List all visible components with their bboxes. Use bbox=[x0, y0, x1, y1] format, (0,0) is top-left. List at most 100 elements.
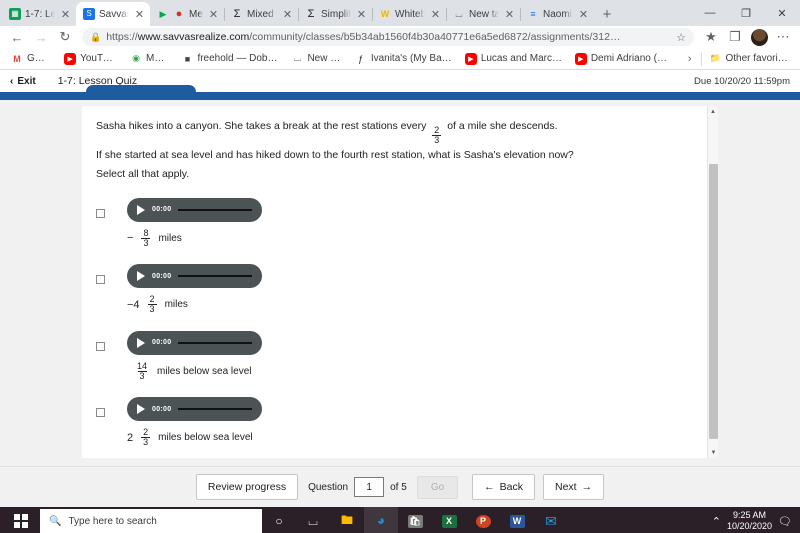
question-total-label: of 5 bbox=[390, 481, 407, 493]
youtube-icon: ▶ bbox=[574, 52, 587, 65]
next-label: Next bbox=[555, 481, 577, 493]
avatar[interactable] bbox=[748, 27, 770, 47]
windows-logo-icon bbox=[14, 514, 28, 528]
bookmark-gmail[interactable]: M Gmail bbox=[6, 52, 57, 66]
bookmark-youtube[interactable]: ▶ YouTube bbox=[59, 52, 123, 66]
close-icon[interactable]: ✕ bbox=[429, 8, 442, 21]
audio-progress-track[interactable] bbox=[178, 341, 252, 344]
browser-tab[interactable]: ▶ ● Meet ✕ bbox=[150, 2, 225, 26]
close-icon[interactable]: ✕ bbox=[503, 8, 516, 21]
answer-choice[interactable]: 00:00 14 3 miles below sea level bbox=[96, 330, 718, 381]
answer-whole-part: 2 bbox=[127, 431, 134, 444]
browser-tab[interactable]: W Whiteboar ✕ bbox=[372, 2, 447, 26]
play-icon[interactable] bbox=[137, 204, 145, 215]
bookmark-freehold[interactable]: ■ freehold — Dobre li… bbox=[176, 52, 284, 66]
next-button[interactable]: Next → bbox=[543, 474, 605, 500]
close-icon[interactable]: ✕ bbox=[59, 8, 72, 21]
answer-checkbox[interactable] bbox=[96, 208, 105, 218]
mail-icon[interactable]: ✉ bbox=[534, 507, 568, 533]
collections-icon[interactable]: ❐ bbox=[724, 27, 746, 47]
other-favorites-folder[interactable]: 📁 Other favorites bbox=[704, 52, 794, 66]
answer-choice[interactable]: 00:00 2 2 3 miles below sea level bbox=[96, 397, 718, 447]
browser-tab[interactable]: Σ Simplifying ✕ bbox=[298, 2, 373, 26]
browser-tab[interactable]: Σ Mixed Nu ✕ bbox=[224, 2, 299, 26]
audio-progress-track[interactable] bbox=[178, 275, 252, 278]
browser-tab[interactable]: ▦ 1-7: Lesson ✕ bbox=[2, 2, 77, 26]
microsoft-edge-icon[interactable]: ◕ bbox=[364, 507, 398, 533]
cortana-icon[interactable]: ○ bbox=[262, 507, 296, 533]
question-number-input[interactable] bbox=[354, 477, 385, 497]
back-button[interactable]: ← Back bbox=[472, 474, 535, 500]
task-view-icon[interactable]: ⌴ bbox=[296, 507, 330, 533]
close-icon[interactable]: ✕ bbox=[577, 8, 590, 21]
browser-tab-label: Whiteboar bbox=[395, 8, 425, 20]
audio-player[interactable]: 00:00 bbox=[127, 397, 262, 422]
close-icon[interactable]: ✕ bbox=[355, 8, 368, 21]
address-bar[interactable]: 🔒 https://www.savvasrealize.com/communit… bbox=[82, 28, 694, 46]
answer-body: 00:00 14 3 miles below sea level bbox=[127, 330, 262, 381]
audio-player[interactable]: 00:00 bbox=[127, 197, 262, 222]
play-icon[interactable] bbox=[137, 404, 145, 415]
audio-progress-track[interactable] bbox=[178, 408, 252, 411]
close-icon[interactable]: ✕ bbox=[133, 8, 146, 21]
audio-player[interactable]: 00:00 bbox=[127, 264, 262, 289]
audio-player[interactable]: 00:00 bbox=[127, 330, 262, 355]
docs-blue-icon: ≡ bbox=[530, 8, 536, 19]
start-button[interactable] bbox=[2, 507, 40, 533]
answer-checkbox[interactable] bbox=[96, 408, 105, 418]
forward-icon[interactable]: → bbox=[30, 27, 52, 47]
bookmark-maps[interactable]: ◉ Maps bbox=[125, 52, 174, 66]
answer-choice[interactable]: 00:00 − 8 3 miles bbox=[96, 197, 718, 248]
bookmark-new-tab[interactable]: ⌴ New tab bbox=[286, 52, 347, 66]
minimize-button[interactable]: — bbox=[692, 0, 728, 26]
whiteboard-w-icon: W bbox=[380, 8, 390, 19]
browser-tab[interactable]: ≡ Naomi An ✕ bbox=[520, 2, 594, 26]
excel-icon[interactable]: X bbox=[432, 507, 466, 533]
content-scrollbar[interactable]: ▲ ▼ bbox=[707, 106, 718, 458]
exit-button[interactable]: ‹ Exit bbox=[10, 76, 36, 87]
bookmark-demi-adriano[interactable]: ▶ Demi Adriano (😊… bbox=[570, 52, 678, 66]
maps-icon: ◉ bbox=[132, 53, 140, 63]
scroll-down-arrow[interactable]: ▼ bbox=[708, 447, 718, 458]
question-line-1-b: of a mile she descends. bbox=[447, 120, 558, 132]
scroll-up-arrow[interactable]: ▲ bbox=[708, 106, 718, 117]
answer-choice[interactable]: 00:00 −4 2 3 miles bbox=[96, 264, 718, 314]
browser-menu-icon[interactable]: ⋯ bbox=[772, 27, 794, 47]
answer-checkbox[interactable] bbox=[96, 275, 105, 285]
powerpoint-icon[interactable]: P bbox=[466, 507, 500, 533]
play-icon[interactable] bbox=[137, 271, 145, 282]
bookmark-ivanitas[interactable]: ƒ Ivanita's (My Baby… bbox=[350, 52, 458, 66]
extension-icon[interactable]: ★ bbox=[700, 27, 722, 47]
tray-chevron-icon[interactable]: ⌃ bbox=[712, 515, 721, 528]
maximize-button[interactable]: ❐ bbox=[728, 0, 764, 26]
close-window-button[interactable]: ✕ bbox=[764, 0, 800, 26]
browser-tab[interactable]: ⌴ New tab ✕ bbox=[446, 2, 521, 26]
answer-unit: miles bbox=[164, 299, 188, 311]
word-icon[interactable]: W bbox=[500, 507, 534, 533]
accent-bar bbox=[0, 85, 800, 100]
bookmark-star-icon[interactable]: ☆ bbox=[676, 31, 686, 44]
chevron-right-icon[interactable]: › bbox=[680, 53, 700, 65]
question-card: Sasha hikes into a canyon. She takes a b… bbox=[82, 106, 718, 458]
new-tab-button[interactable]: + bbox=[594, 2, 620, 26]
close-icon[interactable]: ✕ bbox=[207, 8, 220, 21]
back-icon[interactable]: ← bbox=[6, 27, 28, 47]
browser-tab-active[interactable]: S Savvas Rea ✕ bbox=[76, 2, 150, 26]
clock[interactable]: 9:25 AM 10/20/2020 bbox=[727, 510, 772, 533]
close-icon[interactable]: ✕ bbox=[281, 8, 294, 21]
taskbar-search[interactable]: 🔍 Type here to search bbox=[40, 509, 262, 533]
browser-tab-label: Savvas Rea bbox=[99, 8, 129, 20]
play-icon[interactable] bbox=[137, 337, 145, 348]
scrollbar-thumb[interactable] bbox=[709, 164, 718, 439]
bookmark-lucas-and-marcus[interactable]: ▶ Lucas and Marcus (… bbox=[460, 52, 568, 66]
audio-progress-track[interactable] bbox=[178, 208, 252, 211]
notification-icon[interactable]: 🗨 bbox=[778, 515, 792, 528]
microsoft-store-icon[interactable]: 🛍 bbox=[398, 507, 432, 533]
browser-toolbar: ← → ↻ 🔒 https://www.savvasrealize.com/co… bbox=[0, 26, 800, 48]
go-button[interactable]: Go bbox=[416, 475, 459, 499]
answer-checkbox[interactable] bbox=[96, 341, 105, 351]
answer-label: −4 2 3 miles bbox=[127, 295, 262, 314]
reload-icon[interactable]: ↻ bbox=[54, 27, 76, 47]
file-explorer-icon[interactable]: 🖿 bbox=[330, 507, 364, 533]
review-progress-button[interactable]: Review progress bbox=[195, 474, 299, 500]
